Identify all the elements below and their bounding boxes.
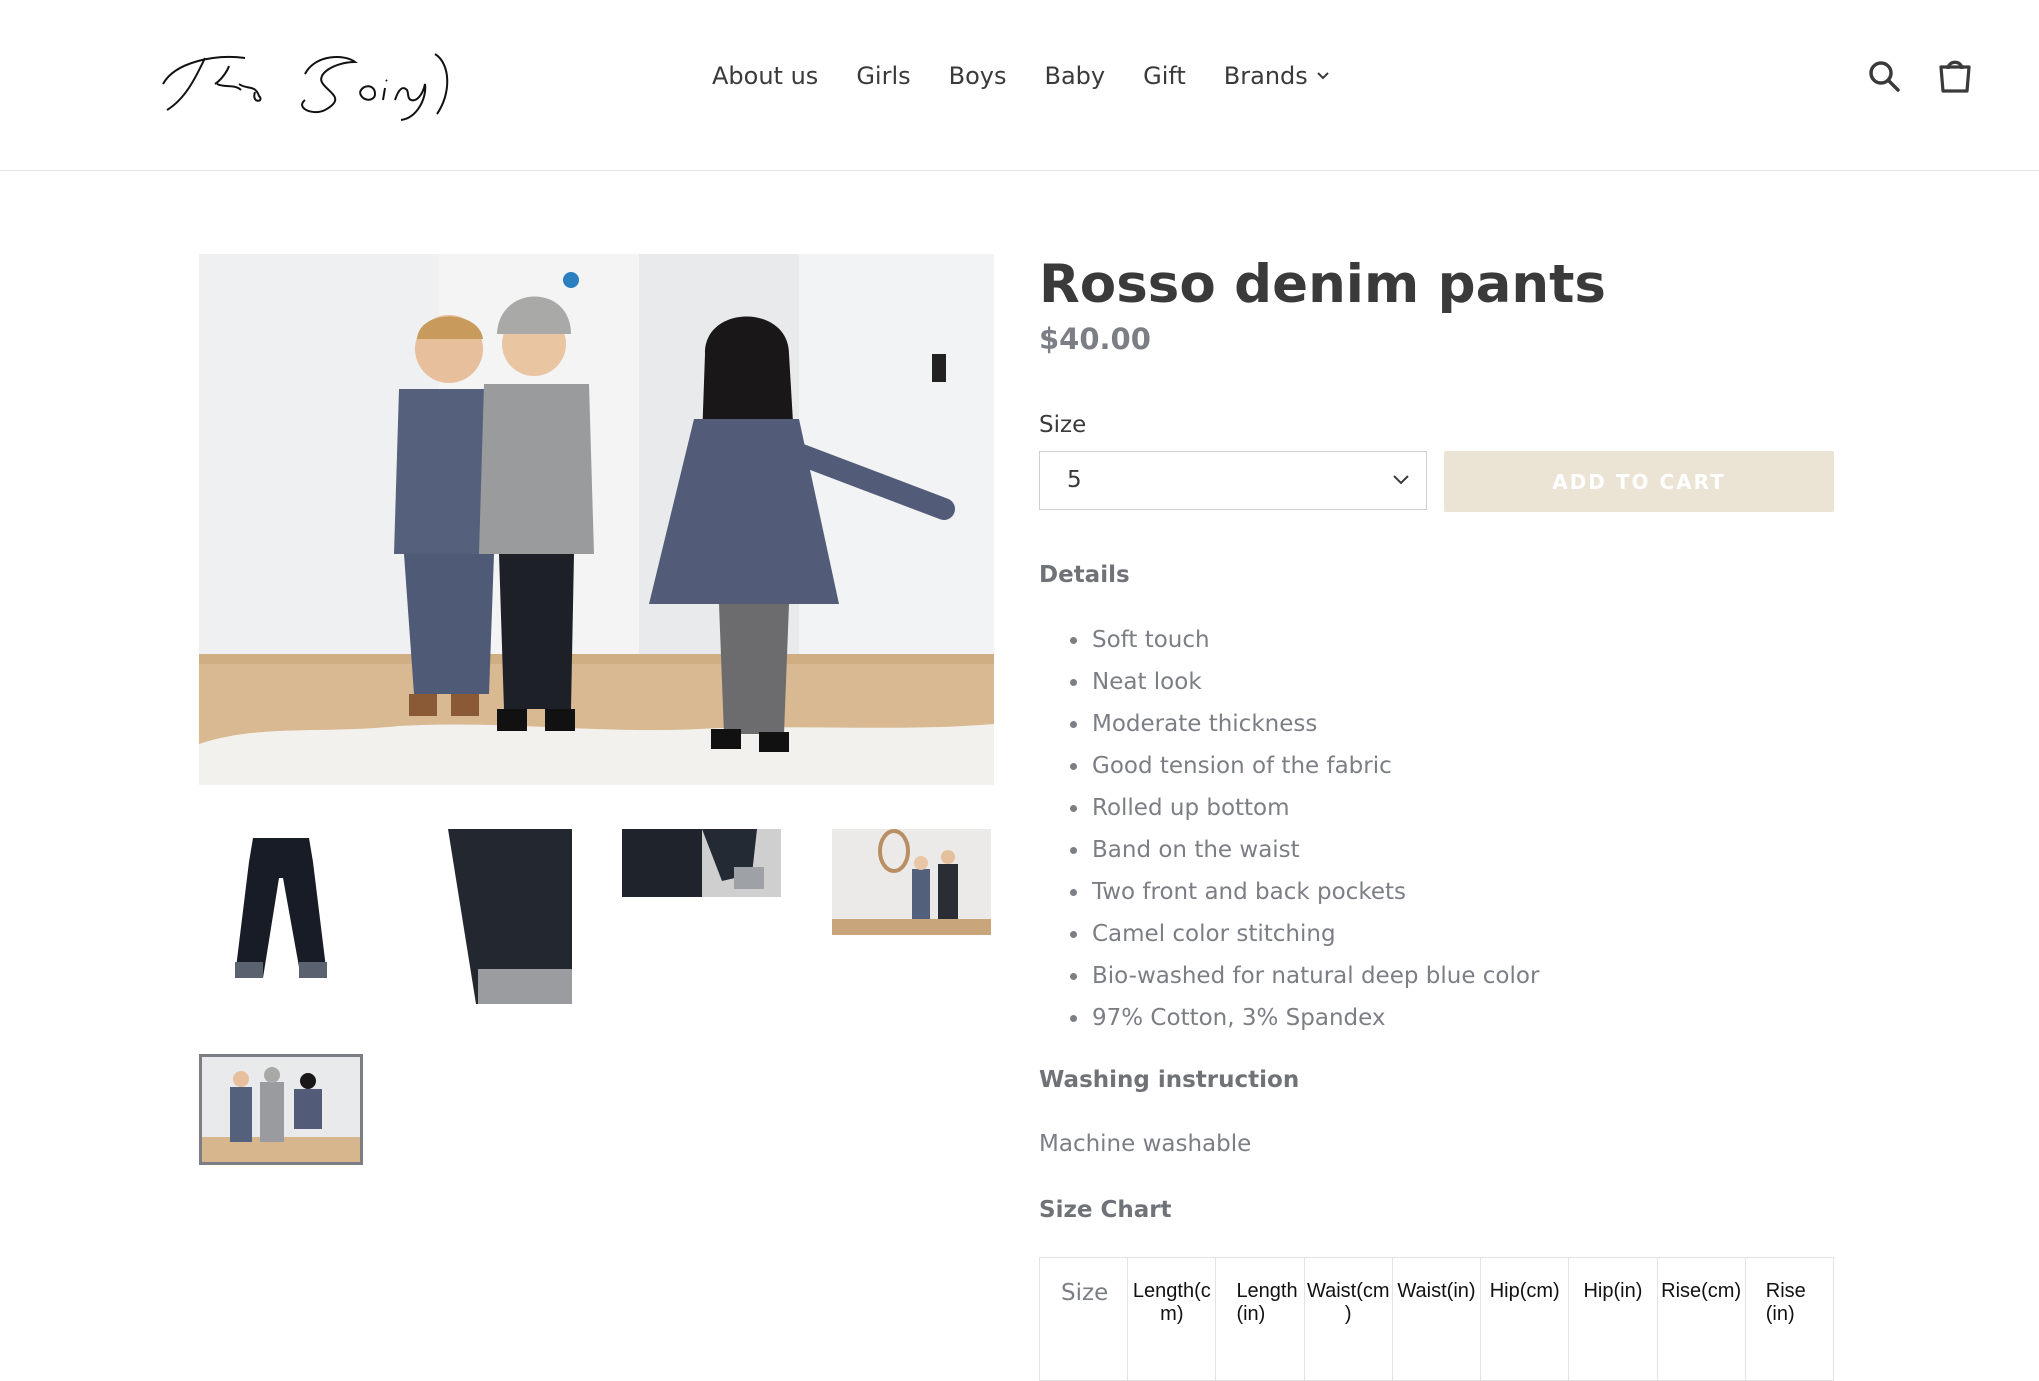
logo-script-image	[162, 53, 449, 121]
nav-brands-dropdown[interactable]: Brands	[1224, 62, 1330, 90]
feature-item: Band on the waist	[1039, 829, 1539, 871]
nav-girls[interactable]: Girls	[856, 62, 910, 90]
table-header-cell: Size	[1038, 1257, 1129, 1381]
cart-button[interactable]	[1937, 56, 1973, 94]
table-header-cell: Waist(in)	[1391, 1257, 1482, 1381]
feature-item: 97% Cotton, 3% Spandex	[1039, 997, 1539, 1039]
main-nav: About us Girls Boys Baby Gift Brands	[712, 58, 1330, 94]
feature-item: Moderate thickness	[1039, 703, 1539, 745]
feature-item: Camel color stitching	[1039, 913, 1539, 955]
size-label: Size	[1039, 412, 1087, 438]
site-header: About us Girls Boys Baby Gift Brands	[0, 0, 2039, 171]
nav-label: Girls	[856, 62, 911, 90]
nav-label: Baby	[1044, 62, 1106, 90]
table-header-cell: Length(cm)	[1127, 1257, 1217, 1381]
add-to-cart-label: ADD TO CART	[1552, 469, 1726, 494]
table-header-cell: Length (in)	[1215, 1257, 1305, 1381]
product-price: $40.00	[1039, 322, 1151, 356]
feature-item: Bio-washed for natural deep blue color	[1039, 955, 1539, 997]
size-chart-table: Size Length(cm) Length (in) Waist(cm) Wa…	[1038, 1257, 1835, 1381]
main-photo-image	[199, 254, 994, 785]
nav-label: Gift	[1143, 62, 1186, 90]
thumbnail-pants-hem[interactable]	[448, 829, 572, 1004]
table-header-cell: Rise(cm)	[1656, 1257, 1746, 1381]
details-heading: Details	[1039, 562, 1130, 588]
size-selected-value: 5	[1067, 467, 1082, 493]
washing-heading: Washing instruction	[1039, 1067, 1300, 1093]
feature-item: Rolled up bottom	[1039, 787, 1539, 829]
add-to-cart-button[interactable]: ADD TO CART	[1444, 451, 1834, 512]
thumbnail-image	[622, 829, 781, 897]
nav-baby[interactable]: Baby	[1044, 62, 1105, 90]
chevron-down-icon	[1393, 475, 1409, 485]
thumbnail-kids-group-selected[interactable]	[199, 1054, 363, 1165]
feature-item: Good tension of the fabric	[1039, 745, 1539, 787]
table-header-cell: Hip(in)	[1568, 1257, 1658, 1381]
size-select[interactable]: 5	[1039, 451, 1427, 510]
nav-label: Boys	[948, 62, 1007, 90]
thumbnail-pants-front[interactable]	[231, 832, 331, 984]
feature-item: Neat look	[1039, 661, 1539, 703]
search-button[interactable]	[1866, 58, 1902, 94]
table-header-cell: Rise (in)	[1744, 1257, 1835, 1381]
product-main-image[interactable]	[199, 254, 994, 785]
nav-gift[interactable]: Gift	[1143, 62, 1186, 90]
thumbnail-image	[448, 829, 572, 1004]
nav-label: About us	[712, 62, 819, 90]
feature-item: Two front and back pockets	[1039, 871, 1539, 913]
size-chart-heading: Size Chart	[1039, 1197, 1172, 1223]
thumbnail-pants-detail[interactable]	[622, 829, 781, 897]
feature-list: Soft touch Neat look Moderate thickness …	[1039, 619, 1539, 1039]
washing-text: Machine washable	[1039, 1131, 1252, 1157]
table-header-row: Size Length(cm) Length (in) Waist(cm) Wa…	[1038, 1257, 1835, 1381]
thumbnail-kids-mirror[interactable]	[832, 829, 991, 935]
cart-icon	[1939, 60, 1971, 93]
product-title: Rosso denim pants	[1039, 254, 1606, 315]
feature-item: Soft touch	[1039, 619, 1539, 661]
nav-about-us[interactable]: About us	[712, 62, 818, 90]
site-logo[interactable]	[155, 44, 460, 124]
thumbnail-image	[231, 832, 331, 984]
thumbnail-image	[202, 1057, 360, 1162]
chevron-down-icon	[1317, 72, 1329, 80]
nav-boys[interactable]: Boys	[949, 62, 1007, 90]
table-header-cell: Waist(cm)	[1303, 1257, 1393, 1381]
table-header-cell: Hip(cm)	[1480, 1257, 1570, 1381]
thumbnail-image	[832, 829, 991, 935]
nav-label: Brands	[1223, 62, 1308, 90]
search-icon	[1869, 61, 1900, 92]
